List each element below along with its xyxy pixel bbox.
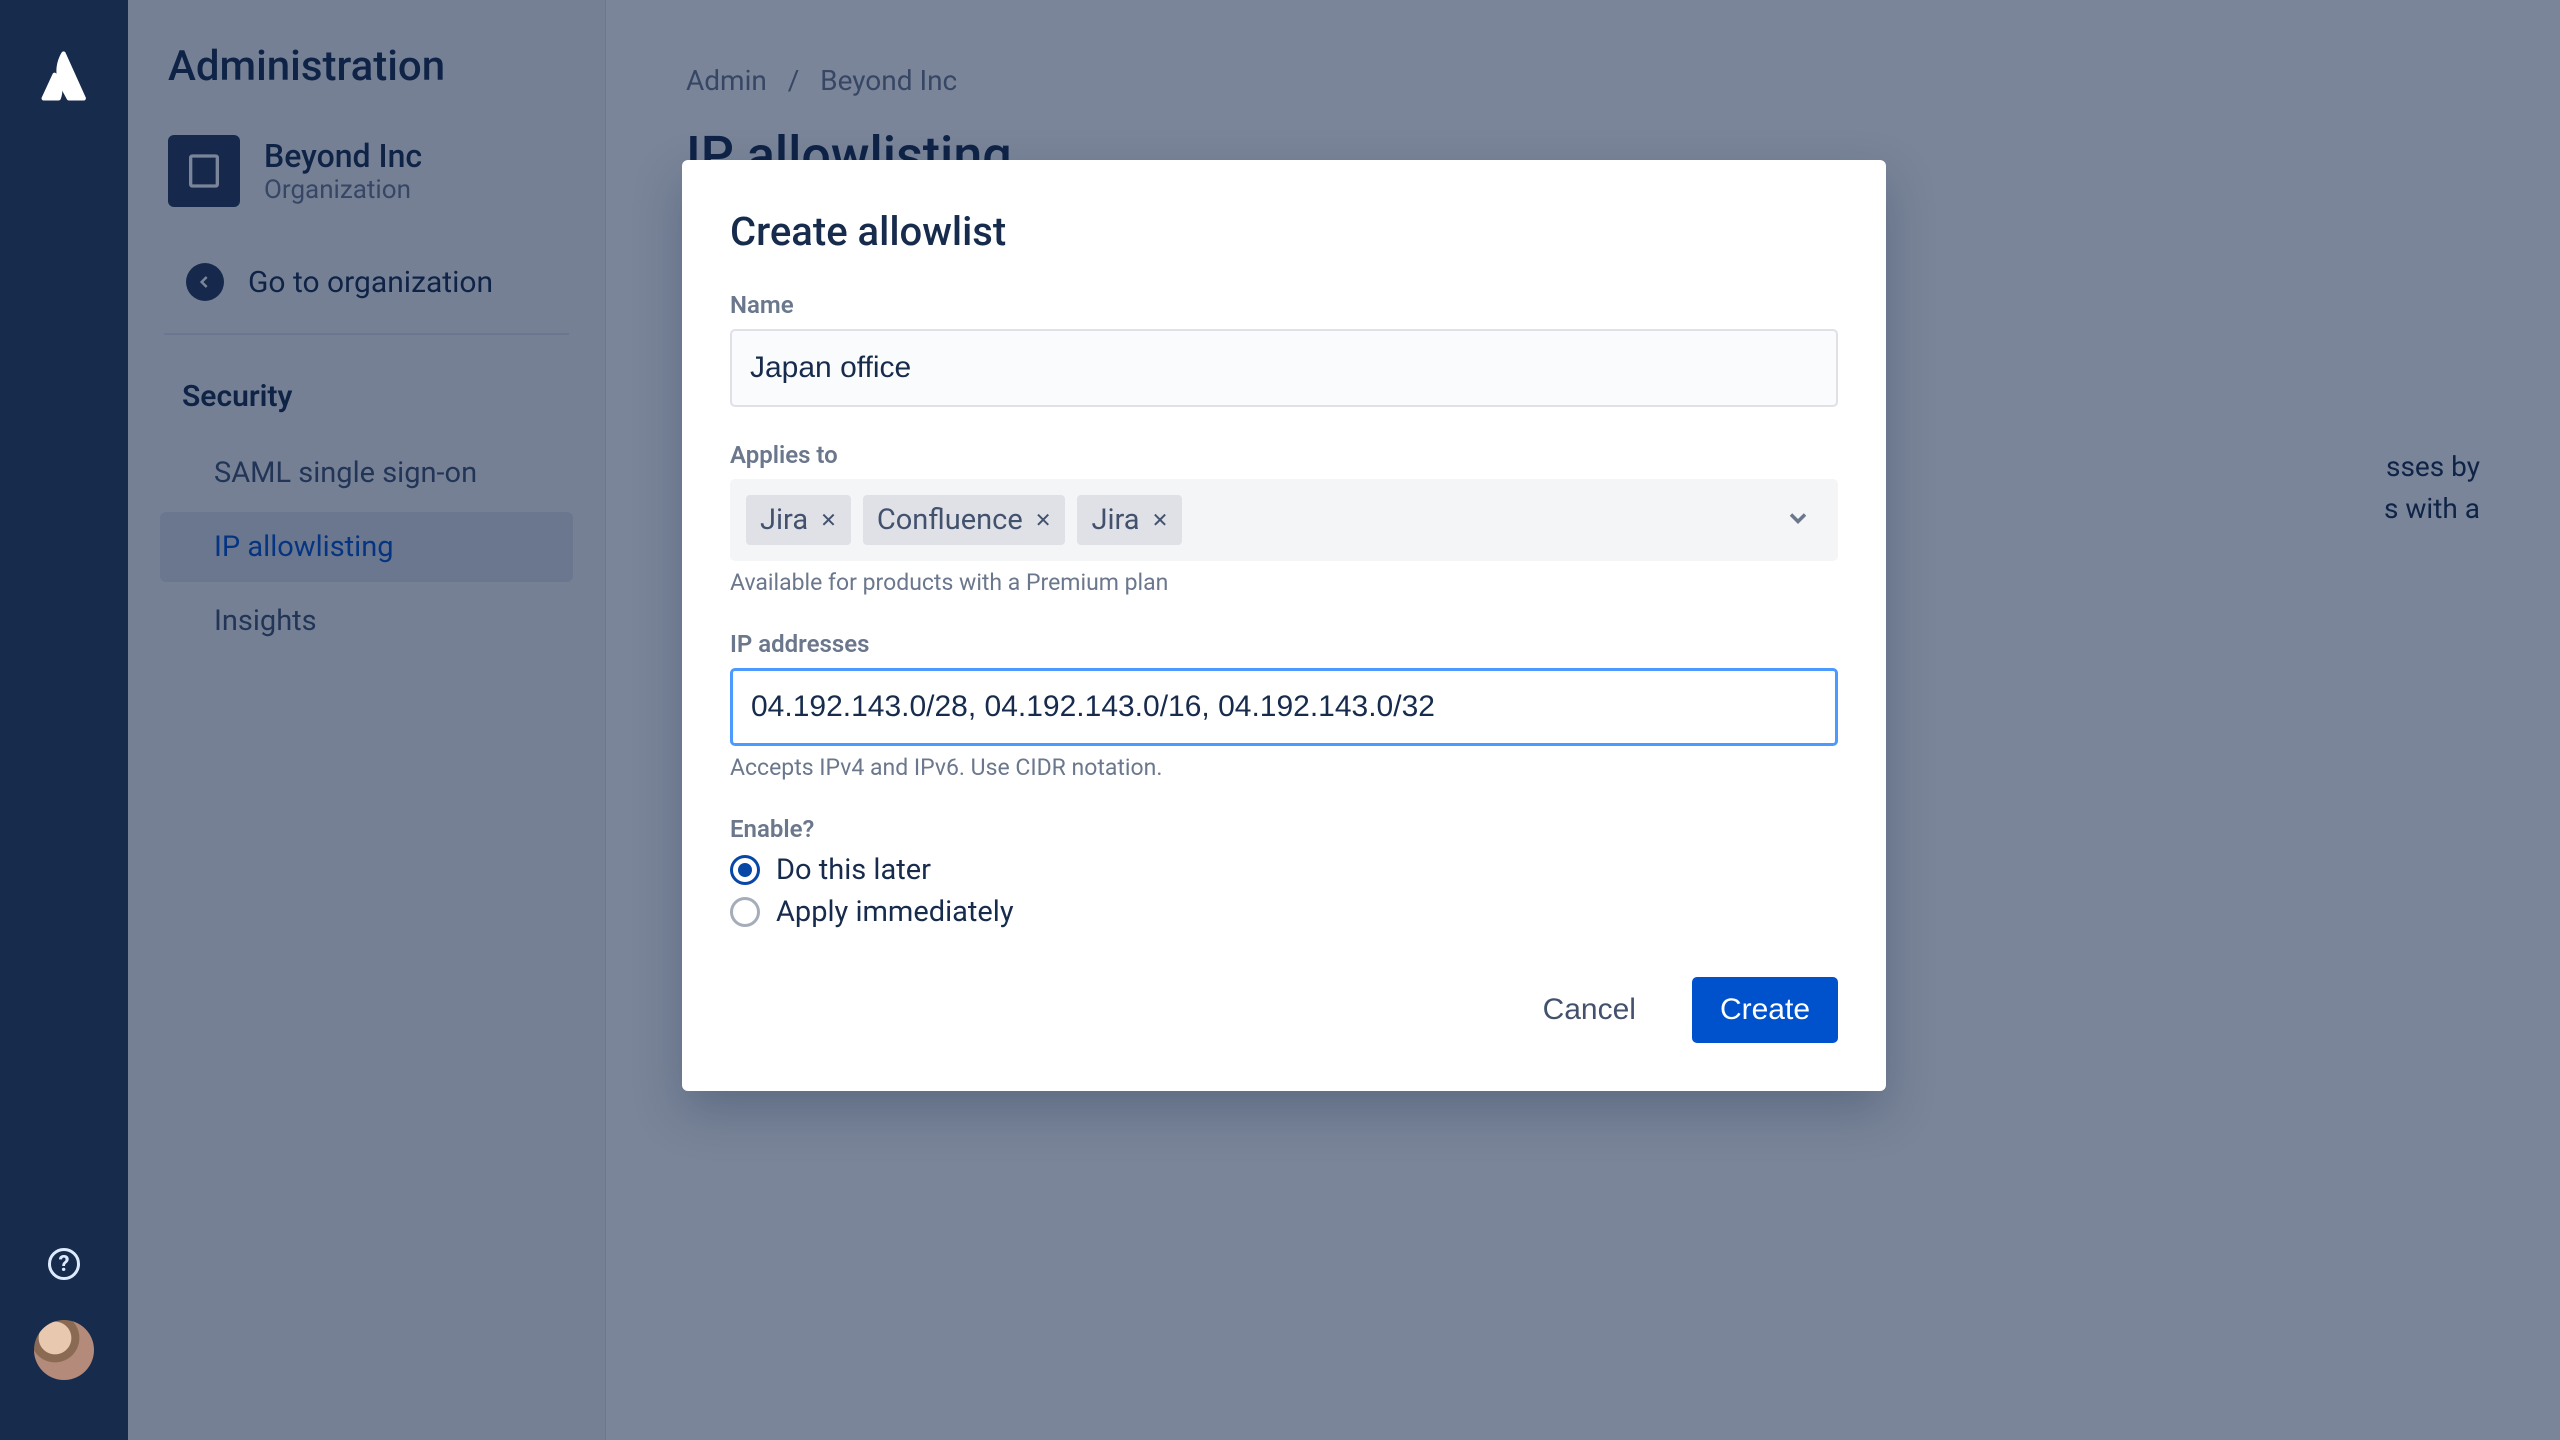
remove-tag-icon[interactable]: ✕ bbox=[1035, 508, 1052, 532]
name-label: Name bbox=[730, 291, 1838, 319]
help-icon[interactable]: ? bbox=[48, 1248, 80, 1280]
create-allowlist-modal: Create allowlist Name Applies to Jira ✕ … bbox=[682, 160, 1886, 1091]
create-button[interactable]: Create bbox=[1692, 977, 1838, 1043]
product-tag-label: Jira bbox=[760, 503, 808, 537]
remove-tag-icon[interactable]: ✕ bbox=[1152, 508, 1169, 532]
applies-to-label: Applies to bbox=[730, 441, 1838, 469]
atlassian-logo-icon bbox=[36, 48, 92, 104]
applies-to-help: Available for products with a Premium pl… bbox=[730, 569, 1838, 596]
cancel-button[interactable]: Cancel bbox=[1515, 977, 1664, 1043]
radio-label: Do this later bbox=[776, 853, 931, 887]
avatar[interactable] bbox=[34, 1320, 94, 1380]
modal-title: Create allowlist bbox=[730, 208, 1838, 255]
radio-icon bbox=[730, 897, 760, 927]
applies-to-multiselect[interactable]: Jira ✕ Confluence ✕ Jira ✕ bbox=[730, 479, 1838, 561]
radio-icon bbox=[730, 855, 760, 885]
enable-option-immediately[interactable]: Apply immediately bbox=[730, 895, 1838, 929]
radio-label: Apply immediately bbox=[776, 895, 1014, 929]
product-tag: Jira ✕ bbox=[746, 495, 851, 545]
product-tag-label: Confluence bbox=[877, 503, 1023, 537]
product-tag-label: Jira bbox=[1091, 503, 1139, 537]
name-input[interactable] bbox=[730, 329, 1838, 407]
ip-addresses-input[interactable] bbox=[730, 668, 1838, 746]
ip-addresses-help: Accepts IPv4 and IPv6. Use CIDR notation… bbox=[730, 754, 1838, 781]
product-tag: Jira ✕ bbox=[1077, 495, 1182, 545]
enable-option-later[interactable]: Do this later bbox=[730, 853, 1838, 887]
global-nav-rail: ? bbox=[0, 0, 128, 1440]
product-tag: Confluence ✕ bbox=[863, 495, 1066, 545]
enable-label: Enable? bbox=[730, 815, 1838, 843]
remove-tag-icon[interactable]: ✕ bbox=[820, 508, 837, 532]
chevron-down-icon[interactable] bbox=[1784, 504, 1812, 536]
ip-addresses-label: IP addresses bbox=[730, 630, 1838, 658]
